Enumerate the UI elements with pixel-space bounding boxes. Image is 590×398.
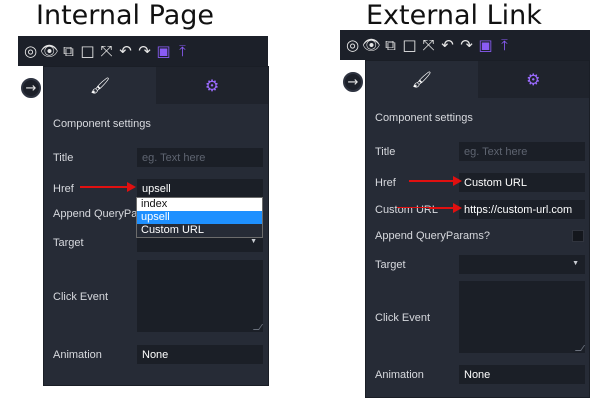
brush-icon: 🖌 (89, 76, 111, 95)
caption-external-link: External Link (366, 0, 542, 31)
square-icon[interactable]: □ (400, 34, 419, 56)
toolbar-right: ◎ 👁 ⧉ □ ⤧ ↶ ↷ ▣ ⤒ (340, 30, 590, 60)
target-select[interactable]: ▼ (459, 255, 585, 274)
href-select[interactable]: upsell (137, 179, 263, 198)
eye-icon[interactable]: 👁 (362, 34, 381, 56)
target-label: Target (375, 259, 406, 271)
annotation-arrow-href (80, 182, 136, 192)
append-queryparams-checkbox[interactable] (572, 230, 584, 242)
title-label: Title (375, 146, 396, 158)
custom-url-input[interactable]: https://custom-url.com (459, 200, 585, 219)
save-icon[interactable]: ▣ (476, 34, 495, 56)
title-input[interactable]: eg. Text here (459, 142, 585, 161)
chevron-down-icon: ▼ (250, 238, 257, 245)
target-label: Target (53, 237, 84, 249)
animation-label: Animation (53, 349, 102, 361)
title-input[interactable]: eg. Text here (137, 148, 263, 167)
click-event-label: Click Event (375, 312, 431, 324)
external-link-icon[interactable]: ⧉ (381, 34, 400, 56)
tab-style[interactable]: 🖌 (44, 67, 156, 104)
tab-style[interactable]: 🖌 (366, 61, 478, 98)
redo-icon[interactable]: ↷ (135, 40, 154, 62)
section-title: Component settings (53, 118, 151, 130)
target-icon[interactable]: ◎ (343, 34, 362, 56)
title-label: Title (53, 152, 74, 164)
href-label: Href (53, 183, 74, 195)
gear-icon: ⚙ (204, 76, 220, 95)
collapse-arrow-icon[interactable]: → (21, 78, 41, 98)
toolbar: ◎ 👁 ⧉ □ ⤧ ↶ ↷ ▣ ⤒ (18, 36, 268, 66)
href-select[interactable]: Custom URL (459, 173, 585, 192)
tab-settings[interactable]: ⚙ (477, 61, 589, 98)
caption-internal-page: Internal Page (36, 0, 215, 31)
expand-icon[interactable]: ⤧ (419, 34, 438, 56)
brush-icon: 🖌 (411, 70, 432, 89)
animation-select[interactable]: None (459, 365, 585, 384)
append-queryparams-label: Append QueryPara (53, 208, 148, 220)
annotation-strike-custom-url (397, 207, 431, 208)
click-event-textarea[interactable] (137, 260, 264, 332)
square-icon[interactable]: □ (78, 40, 97, 62)
dropdown-option-index[interactable]: index (137, 198, 262, 211)
dropdown-option-custom-url[interactable]: Custom URL (137, 224, 262, 237)
redo-icon[interactable]: ↷ (457, 34, 476, 56)
annotation-arrow-href (409, 176, 462, 186)
undo-icon[interactable]: ↶ (438, 34, 457, 56)
save-icon[interactable]: ▣ (154, 40, 173, 62)
tab-settings[interactable]: ⚙ (156, 67, 268, 104)
href-label: Href (375, 177, 396, 189)
append-queryparams-label: Append QueryParams? (375, 230, 490, 242)
upload-icon[interactable]: ⤒ (173, 40, 192, 62)
dropdown-option-upsell[interactable]: upsell (137, 211, 262, 224)
gear-icon: ⚙ (526, 70, 541, 89)
section-title: Component settings (375, 112, 473, 124)
animation-label: Animation (375, 369, 424, 381)
settings-panel-right: 🖌 ⚙ Component settings Title eg. Text he… (365, 60, 590, 398)
expand-icon[interactable]: ⤧ (97, 40, 116, 62)
custom-url-label: Custom URL (375, 204, 438, 216)
upload-icon[interactable]: ⤒ (495, 34, 514, 56)
animation-select[interactable]: None (137, 345, 263, 364)
eye-icon[interactable]: 👁 (40, 40, 59, 62)
annotation-arrow-custom-url (429, 203, 462, 213)
target-icon[interactable]: ◎ (21, 40, 40, 62)
click-event-label: Click Event (53, 291, 109, 303)
undo-icon[interactable]: ↶ (116, 40, 135, 62)
tab-bar: 🖌 ⚙ (44, 67, 268, 104)
collapse-arrow-icon[interactable]: → (343, 72, 363, 92)
resize-handle-icon[interactable] (574, 345, 586, 351)
external-link-icon[interactable]: ⧉ (59, 40, 78, 62)
click-event-textarea[interactable] (459, 281, 586, 353)
resize-handle-icon[interactable] (252, 324, 264, 330)
chevron-down-icon: ▼ (572, 260, 579, 267)
href-dropdown-list: index upsell Custom URL (136, 197, 263, 238)
tab-bar: 🖌 ⚙ (366, 61, 589, 98)
